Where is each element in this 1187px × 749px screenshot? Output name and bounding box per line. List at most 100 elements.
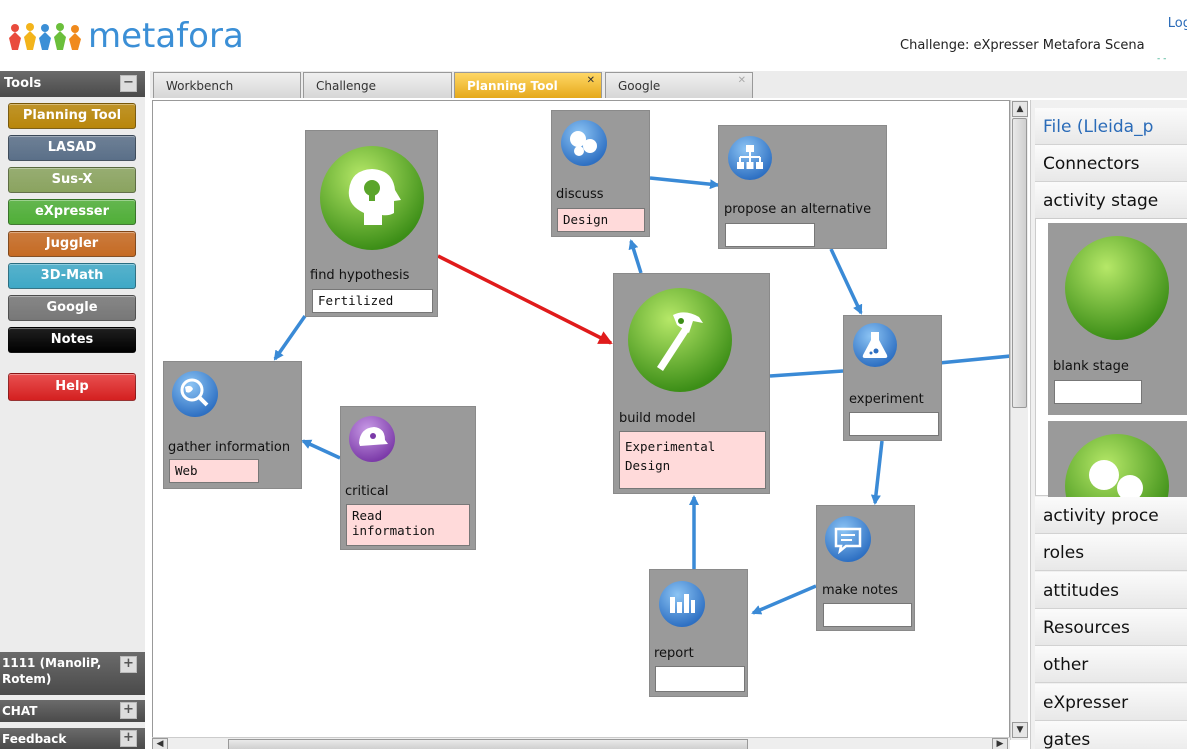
chat-label: CHAT bbox=[2, 704, 38, 718]
close-tab-icon[interactable]: ✕ bbox=[587, 75, 595, 86]
expand-group-button[interactable]: + bbox=[120, 656, 137, 673]
connector-build-to-discuss[interactable] bbox=[628, 239, 643, 274]
node-label: experiment bbox=[849, 392, 924, 407]
node-find-hypothesis[interactable]: find hypothesis Fertilized bbox=[305, 130, 438, 317]
logo-wordmark: metafora bbox=[88, 16, 244, 56]
connector-hypothesis-to-gather[interactable] bbox=[273, 314, 307, 361]
tool-button-notes[interactable]: Notes bbox=[8, 327, 136, 353]
globe-search-icon bbox=[172, 371, 218, 417]
node-label: report bbox=[654, 646, 694, 661]
group-label: 1111 (ManoliP, Rotem) bbox=[2, 656, 102, 686]
node-value-field[interactable]: Read information bbox=[346, 504, 470, 546]
palette-row-activity-proce[interactable]: activity proce bbox=[1035, 497, 1187, 534]
stage-item-blank[interactable]: blank stage bbox=[1048, 223, 1187, 513]
palette-row-attitudes[interactable]: attitudes bbox=[1035, 571, 1187, 609]
collapse-tools-button[interactable]: − bbox=[120, 75, 137, 92]
scroll-down-icon[interactable]: ▼ bbox=[1012, 722, 1028, 738]
challenge-title: Challenge: eXpresser Metafora Scena bbox=[900, 38, 1145, 53]
node-make-notes[interactable]: make notes bbox=[816, 505, 915, 631]
cap-icon bbox=[349, 416, 395, 462]
node-build-model[interactable]: build model Experimental Design bbox=[613, 273, 770, 494]
speech-note-icon bbox=[825, 516, 871, 562]
tool-button-lasad[interactable]: LASAD bbox=[8, 135, 136, 161]
blank-stage-label: blank stage bbox=[1053, 359, 1129, 374]
node-value-field[interactable]: Web bbox=[169, 459, 259, 483]
expand-feedback-button[interactable]: + bbox=[120, 730, 137, 747]
scroll-right-icon[interactable]: ▶ bbox=[992, 738, 1008, 749]
blank-stage-icon bbox=[1065, 236, 1169, 340]
palette-row-other[interactable]: other bbox=[1035, 646, 1187, 684]
feedback-label: Feedback bbox=[2, 732, 67, 746]
tab-label: Challenge bbox=[316, 79, 376, 93]
palette-row-expresser[interactable]: eXpresser bbox=[1035, 683, 1187, 721]
node-label: make notes bbox=[822, 583, 898, 598]
connector-critical-to-gather[interactable] bbox=[301, 439, 341, 460]
node-label: critical bbox=[345, 484, 389, 499]
node-experiment[interactable]: experiment bbox=[843, 315, 942, 441]
challenge-subtext: - - bbox=[1157, 54, 1167, 64]
palette-activity-stages[interactable]: activity stage bbox=[1035, 182, 1187, 219]
tab-bar: Workbench Challenge Planning Tool ✕ Goog… bbox=[150, 71, 1187, 98]
tab-workbench[interactable]: Workbench bbox=[153, 72, 301, 98]
node-propose-alternative[interactable]: propose an alternative bbox=[718, 125, 887, 249]
expand-chat-button[interactable]: + bbox=[120, 702, 137, 719]
tool-button-juggler[interactable]: Juggler bbox=[8, 231, 136, 257]
logo-figures-icon bbox=[9, 23, 81, 50]
tab-challenge[interactable]: Challenge bbox=[303, 72, 452, 98]
node-label: build model bbox=[619, 411, 696, 426]
chat-panel[interactable]: CHAT + bbox=[0, 700, 145, 722]
palette-connectors[interactable]: Connectors bbox=[1035, 145, 1187, 182]
metafora-logo[interactable]: metafora bbox=[6, 14, 244, 58]
tab-planning-tool[interactable]: Planning Tool ✕ bbox=[454, 72, 602, 98]
blank-stage-field[interactable] bbox=[1054, 380, 1142, 404]
vertical-scroll-thumb[interactable] bbox=[1012, 118, 1027, 408]
node-label: find hypothesis bbox=[310, 268, 410, 283]
palette-file-header[interactable]: File (Lleida_p bbox=[1035, 108, 1187, 145]
chat-bubbles-icon bbox=[561, 120, 607, 166]
connector-experiment-right bbox=[938, 354, 1009, 365]
tool-button-expresser[interactable]: eXpresser bbox=[8, 199, 136, 225]
tool-button-google[interactable]: Google bbox=[8, 295, 136, 321]
connector-notes-to-report[interactable] bbox=[751, 584, 817, 615]
element-palette: File (Lleida_p Connectors activity stage… bbox=[1030, 100, 1187, 749]
node-label: propose an alternative bbox=[724, 202, 872, 217]
tool-button-sus-x[interactable]: Sus-X bbox=[8, 167, 136, 193]
tool-button-3d-math[interactable]: 3D-Math bbox=[8, 263, 136, 289]
scroll-left-icon[interactable]: ◀ bbox=[152, 738, 168, 749]
connector-experiment-to-notes[interactable] bbox=[870, 440, 884, 505]
tool-button-planning-tool[interactable]: Planning Tool bbox=[8, 103, 136, 129]
horizontal-scroll-thumb[interactable] bbox=[228, 739, 748, 749]
canvas-horizontal-scrollbar[interactable]: ◀ ▶ bbox=[152, 737, 1010, 749]
header: metafora Log Challenge: eXpresser Metafo… bbox=[0, 0, 1187, 68]
head-lightbulb-icon bbox=[320, 146, 424, 250]
feedback-panel[interactable]: Feedback + bbox=[0, 728, 145, 749]
help-button[interactable]: Help bbox=[8, 373, 136, 401]
palette-row-resources[interactable]: Resources bbox=[1035, 608, 1187, 646]
planning-canvas[interactable]: find hypothesis Fertilized discuss Desig… bbox=[152, 100, 1010, 740]
node-value-field[interactable]: Fertilized bbox=[312, 289, 433, 313]
node-value-field[interactable] bbox=[823, 603, 912, 627]
node-value-field[interactable]: Experimental Design bbox=[619, 431, 766, 489]
group-panel[interactable]: 1111 (ManoliP, Rotem) + bbox=[0, 652, 145, 695]
tools-title: Tools bbox=[4, 76, 42, 91]
tab-google[interactable]: Google ✕ bbox=[605, 72, 753, 98]
node-value-field[interactable]: Design bbox=[557, 208, 645, 232]
node-report[interactable]: report bbox=[649, 569, 748, 697]
connector-propose-to-experiment[interactable] bbox=[829, 248, 863, 315]
connector-discuss-to-propose[interactable] bbox=[649, 176, 720, 190]
palette-row-gates[interactable]: gates bbox=[1035, 720, 1187, 749]
node-value-field[interactable] bbox=[849, 412, 939, 436]
hierarchy-icon bbox=[728, 136, 772, 180]
login-link[interactable]: Log bbox=[1168, 16, 1187, 31]
canvas-vertical-scrollbar[interactable]: ▲ ▼ bbox=[1010, 100, 1028, 740]
node-value-field[interactable] bbox=[725, 223, 815, 247]
palette-row-roles[interactable]: roles bbox=[1035, 534, 1187, 572]
node-gather-information[interactable]: gather information Web bbox=[163, 361, 302, 489]
connector-hypothesis-to-build[interactable] bbox=[437, 254, 613, 345]
node-critical[interactable]: critical Read information bbox=[340, 406, 476, 550]
hammer-icon bbox=[628, 288, 732, 392]
node-value-field[interactable] bbox=[655, 666, 745, 692]
scroll-up-icon[interactable]: ▲ bbox=[1012, 101, 1028, 117]
close-tab-icon[interactable]: ✕ bbox=[738, 75, 746, 86]
node-discuss[interactable]: discuss Design bbox=[551, 110, 650, 237]
